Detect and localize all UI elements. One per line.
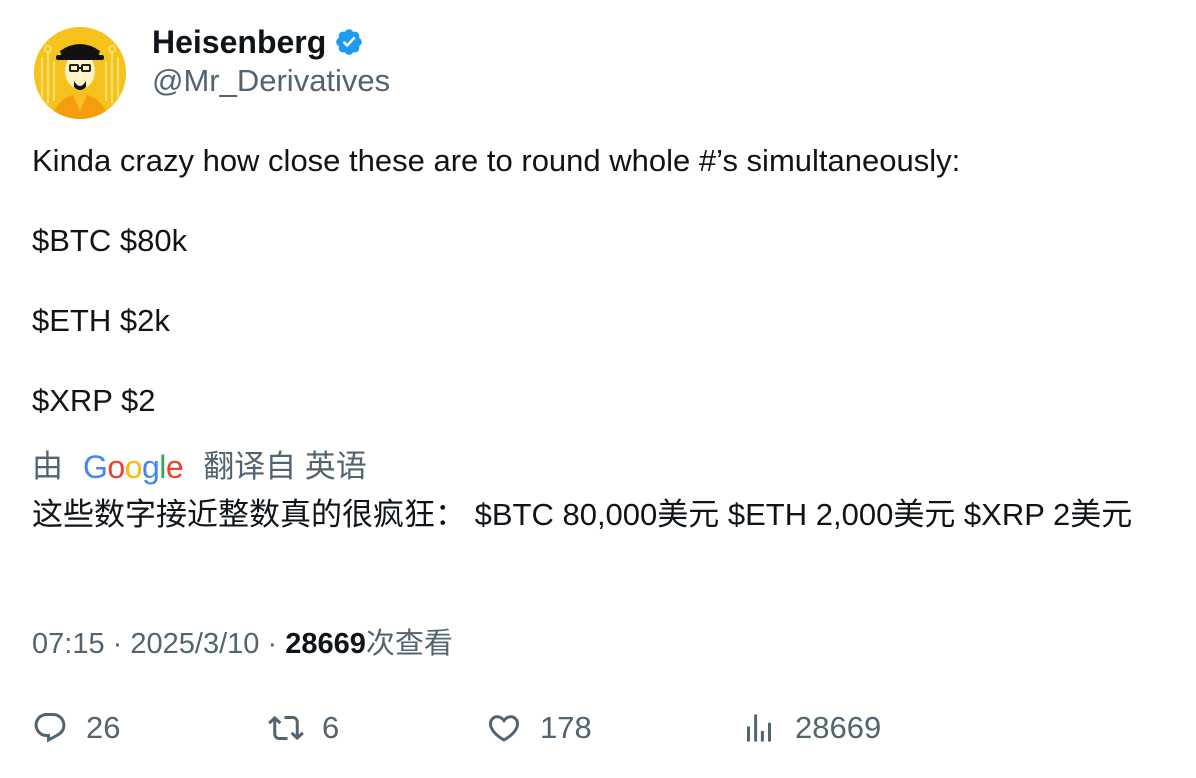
heart-icon [488,715,520,742]
tweet-date[interactable]: 2025/3/10 [130,628,259,660]
author-handle[interactable]: @Mr_Derivatives [152,62,390,100]
reply-icon [34,713,66,743]
views-count-action: 28669 [795,710,882,745]
meta-separator: · [112,628,123,660]
retweet-count: 6 [322,710,340,745]
translated-by-label: 由 [32,449,63,484]
action-bar: 26 6 178 28669 [0,710,1196,754]
verified-badge-icon [336,29,363,55]
translated-from-label[interactable]: 翻译自 英语 [203,447,367,487]
translation-attribution: 由 Google 翻译自 英语 [32,447,367,487]
google-logo: Google [83,449,184,485]
retweet-icon [268,715,304,741]
author-name-row[interactable]: Heisenberg [152,22,364,62]
tweet-meta: 07:15 · 2025/3/10 · 28669次查看 [32,624,453,664]
avatar[interactable] [34,27,126,119]
analytics-icon [747,714,771,742]
like-button[interactable]: 178 [486,710,592,746]
reply-button[interactable]: 26 [32,710,120,746]
retweet-button[interactable]: 6 [268,710,339,746]
reply-count: 26 [86,710,121,745]
views-label: 次查看 [365,628,453,660]
meta-separator-2: · [267,628,278,660]
tweet-time[interactable]: 07:15 [32,628,105,660]
views-button[interactable]: 28669 [741,710,881,746]
like-count: 178 [540,710,592,745]
translated-text: 这些数字接近整数真的很疯狂： $BTC 80,000美元 $ETH 2,000美… [32,497,1133,532]
tweet-text: Kinda crazy how close these are to round… [32,143,961,418]
avatar-image [34,27,126,119]
author-display-name[interactable]: Heisenberg [152,22,326,62]
views-count: 28669 [285,628,366,660]
